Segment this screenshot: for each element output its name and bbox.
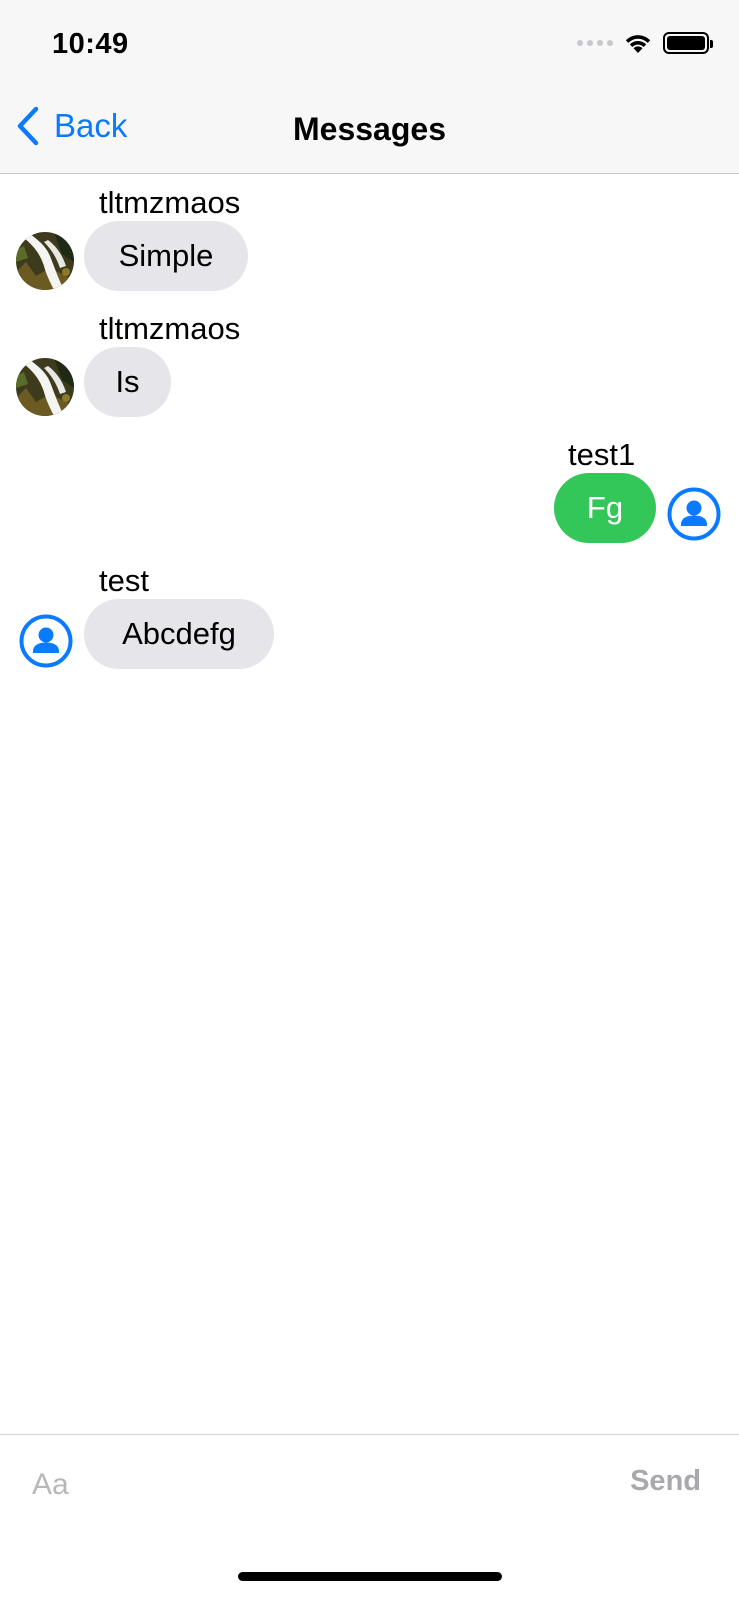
status-icons [577,32,713,54]
message-bubble[interactable]: Fg [554,473,656,543]
wifi-icon [625,35,651,53]
message-bubble[interactable]: Abcdefg [84,599,274,669]
photo-avatar[interactable] [16,232,74,290]
chat-screen: 10:49 Back Messages tltmzmaos Simple tlt… [0,0,739,1600]
person-icon[interactable] [19,614,73,668]
page-title: Messages [293,111,446,147]
message-bubble[interactable]: Is [84,347,171,417]
home-indicator[interactable] [238,1572,502,1581]
person-icon[interactable] [667,487,721,541]
status-time: 10:49 [52,28,129,60]
message-sender: test [99,563,149,598]
photo-avatar[interactable] [16,358,74,416]
battery-icon [663,32,713,54]
message-sender: tltmzmaos [99,311,241,346]
cellular-signal-icon [577,40,613,46]
top-bar: 10:49 Back Messages [0,0,739,174]
send-button[interactable]: Send [630,1465,701,1498]
message-bubble[interactable]: Simple [84,221,248,291]
message-input[interactable] [32,1465,572,1505]
message-sender: tltmzmaos [99,185,241,220]
message-sender: test1 [568,437,636,472]
